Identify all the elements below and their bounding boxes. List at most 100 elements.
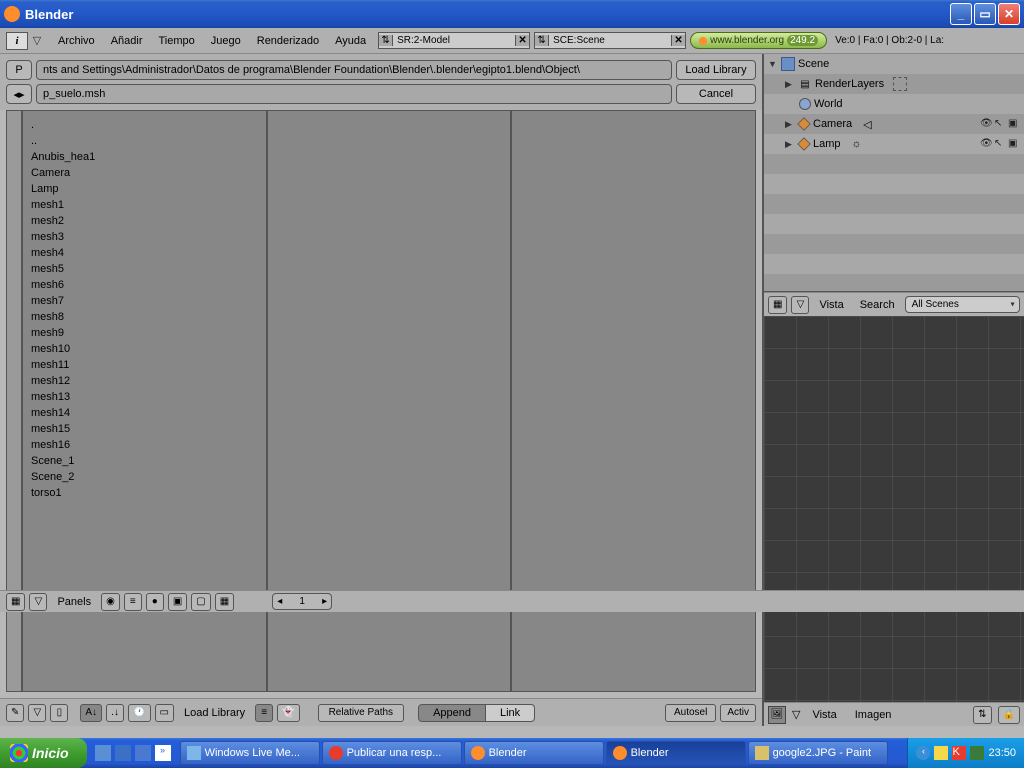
image-selector[interactable]: ⇅ (973, 706, 991, 724)
view-mode-icon[interactable]: ▯ (50, 704, 68, 722)
list-item[interactable]: mesh15 (31, 421, 258, 437)
path-field[interactable]: nts and Settings\Administrador\Datos de … (36, 60, 672, 80)
list-item[interactable]: mesh8 (31, 309, 258, 325)
outliner-wintype-icon[interactable]: ▦ (768, 296, 787, 314)
menu-tiempo[interactable]: Tiempo (150, 35, 202, 47)
menu-juego[interactable]: Juego (203, 35, 249, 47)
context-object-icon[interactable]: ▣ (168, 593, 187, 611)
outliner-filter-dropdown[interactable]: All Scenes (905, 296, 1020, 313)
sort-time-button[interactable]: 🕐 (128, 704, 150, 722)
buttons-wintype-dropdown[interactable]: ▽ (29, 593, 47, 611)
list-item[interactable]: mesh7 (31, 293, 258, 309)
panels-menu[interactable]: Panels (51, 596, 97, 608)
context-editing-icon[interactable]: ▢ (191, 593, 210, 611)
outliner-camera-row[interactable]: ▶ Camera ◁ 👁 ↖ ▣ (764, 114, 1024, 134)
filename-field[interactable]: p_suelo.msh (36, 84, 672, 104)
close-button[interactable]: ✕ (998, 3, 1020, 25)
tray-status-icon[interactable] (934, 746, 948, 760)
minimize-button[interactable]: _ (950, 3, 972, 25)
context-script-icon[interactable]: ≡ (124, 593, 142, 611)
info-dropdown-icon[interactable]: ▽ (30, 32, 44, 50)
uv-image-viewport[interactable] (764, 316, 1024, 702)
parent-button[interactable]: P (6, 60, 32, 80)
sort-ext-button[interactable]: .↓ (106, 704, 124, 722)
outliner-renderlayers-row[interactable]: ▶ ▤ RenderLayers (764, 74, 1024, 94)
active-toggle[interactable]: Activ (720, 704, 756, 722)
ql-chevrons-icon[interactable]: » (155, 745, 171, 761)
nav-back-button[interactable]: ◂▸ (6, 84, 32, 104)
short-toggle[interactable]: ≡ (255, 704, 273, 722)
page-prev-icon[interactable]: ◂ (277, 596, 282, 607)
tray-kaspersky-icon[interactable]: K (952, 746, 966, 760)
select-icon[interactable]: ↖ (994, 118, 1006, 130)
menu-ayuda[interactable]: Ayuda (327, 35, 374, 47)
sort-size-button[interactable]: ▭ (155, 704, 174, 722)
list-item[interactable]: mesh10 (31, 341, 258, 357)
wintype-dropdown[interactable]: ▽ (28, 704, 46, 722)
task-opera[interactable]: Publicar una resp... (322, 741, 462, 765)
menu-renderizado[interactable]: Renderizado (249, 35, 327, 47)
task-messenger[interactable]: Windows Live Me... (180, 741, 320, 765)
sort-alpha-button[interactable]: A↓ (80, 704, 102, 722)
context-shading-icon[interactable]: ● (146, 593, 164, 611)
outliner-world-row[interactable]: World (764, 94, 1024, 114)
list-item[interactable]: mesh2 (31, 213, 258, 229)
list-item[interactable]: .. (31, 133, 258, 149)
ghost-toggle[interactable]: 👻 (277, 704, 299, 722)
render-icon[interactable]: ▣ (1008, 118, 1020, 130)
pin-icon[interactable]: 🔒 (998, 706, 1020, 724)
list-item[interactable]: Anubis_hea1 (31, 149, 258, 165)
context-logic-icon[interactable]: ◉ (101, 593, 120, 611)
append-button[interactable]: Append (418, 704, 486, 722)
autosel-toggle[interactable]: Autosel (665, 704, 716, 722)
vp-imagen-menu[interactable]: Imagen (849, 709, 898, 721)
render-icon[interactable]: ▣ (1008, 138, 1020, 150)
list-item[interactable]: mesh3 (31, 229, 258, 245)
load-library-button[interactable]: Load Library (676, 60, 756, 80)
visibility-icon[interactable]: 👁 (980, 138, 992, 150)
wintype-icon[interactable]: ✎ (6, 704, 24, 722)
list-item[interactable]: mesh1 (31, 197, 258, 213)
info-window-icon[interactable]: i (6, 32, 28, 50)
list-item[interactable]: Camera (31, 165, 258, 181)
list-item[interactable]: mesh13 (31, 389, 258, 405)
tray-app-icon[interactable] (970, 746, 984, 760)
screen-close-icon[interactable]: ✕ (515, 35, 529, 46)
list-item[interactable]: mesh16 (31, 437, 258, 453)
list-item[interactable]: Lamp (31, 181, 258, 197)
list-item[interactable]: mesh9 (31, 325, 258, 341)
vp-dropdown-icon[interactable]: ▽ (792, 708, 800, 721)
list-item[interactable]: mesh11 (31, 357, 258, 373)
outliner-scene-row[interactable]: ▼ Scene (764, 54, 1024, 74)
ql-desktop-icon[interactable] (95, 745, 111, 761)
task-blender-2[interactable]: Blender (606, 741, 746, 765)
maximize-button[interactable]: ▭ (974, 3, 996, 25)
link-button[interactable]: Link (486, 704, 535, 722)
scene-close-icon[interactable]: ✕ (671, 35, 685, 46)
select-icon[interactable]: ↖ (994, 138, 1006, 150)
vp-vista-menu[interactable]: Vista (806, 709, 842, 721)
relative-paths-toggle[interactable]: Relative Paths (318, 704, 404, 722)
scene-selector[interactable]: ⇅SCE:Scene✕ (534, 32, 686, 49)
tray-clock[interactable]: 23:50 (988, 747, 1016, 759)
cancel-button[interactable]: Cancel (676, 84, 756, 104)
ql-ie-icon[interactable] (115, 745, 131, 761)
list-item[interactable]: Scene_1 (31, 453, 258, 469)
outliner-lamp-row[interactable]: ▶ Lamp ☼ 👁 ↖ ▣ (764, 134, 1024, 154)
url-pill[interactable]: www.blender.org 249.2 (690, 32, 827, 49)
context-scene-icon[interactable]: ▦ (215, 593, 234, 611)
visibility-icon[interactable]: 👁 (980, 118, 992, 130)
list-item[interactable]: mesh5 (31, 261, 258, 277)
outliner-wintype-dropdown[interactable]: ▽ (791, 296, 809, 314)
list-item[interactable]: mesh6 (31, 277, 258, 293)
buttons-wintype-icon[interactable]: ▦ (6, 593, 25, 611)
start-button[interactable]: Inicio (0, 738, 87, 768)
list-item[interactable]: torso1 (31, 485, 258, 501)
outliner-search-menu[interactable]: Search (854, 299, 901, 311)
list-item[interactable]: mesh12 (31, 373, 258, 389)
task-paint[interactable]: google2.JPG - Paint (748, 741, 888, 765)
image-editor-icon[interactable]: 🖼 (768, 706, 786, 724)
page-stepper[interactable]: ◂ 1 ▸ (272, 593, 332, 610)
menu-archivo[interactable]: Archivo (50, 35, 103, 47)
list-item[interactable]: mesh14 (31, 405, 258, 421)
